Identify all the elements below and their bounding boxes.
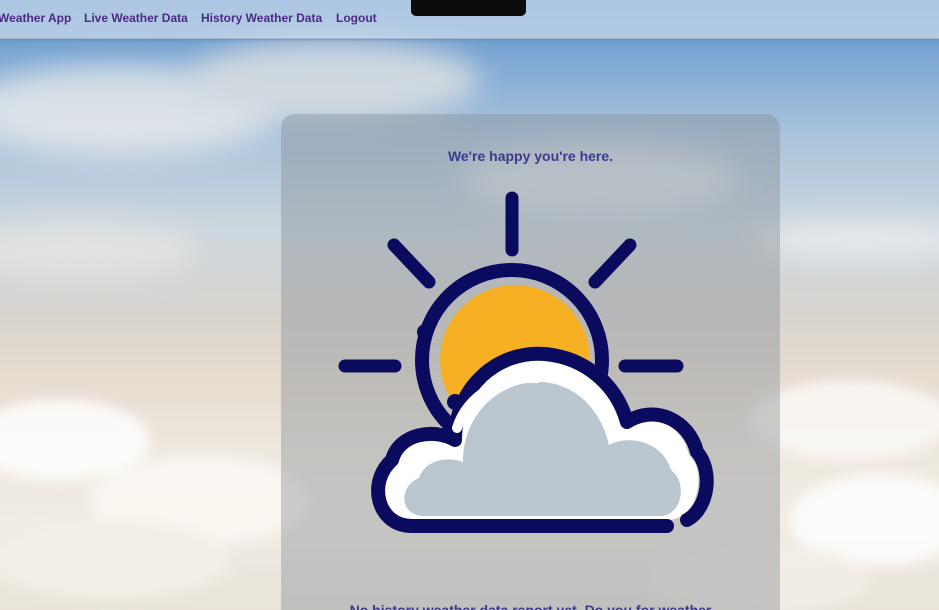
- nav-history-weather-data[interactable]: History Weather Data: [201, 11, 322, 25]
- welcome-card: We're happy you're here. No history weat…: [281, 114, 780, 610]
- partly-cloudy-icon: [338, 191, 714, 533]
- nav-live-weather-data[interactable]: Live Weather Data: [84, 11, 188, 25]
- camera-notch: [411, 0, 526, 16]
- welcome-heading: We're happy you're here.: [447, 148, 614, 164]
- history-empty-message: No history weather data report yet. Do y…: [349, 602, 712, 610]
- nav-logout[interactable]: Logout: [336, 11, 377, 25]
- brand-link[interactable]: Weather App: [0, 11, 71, 25]
